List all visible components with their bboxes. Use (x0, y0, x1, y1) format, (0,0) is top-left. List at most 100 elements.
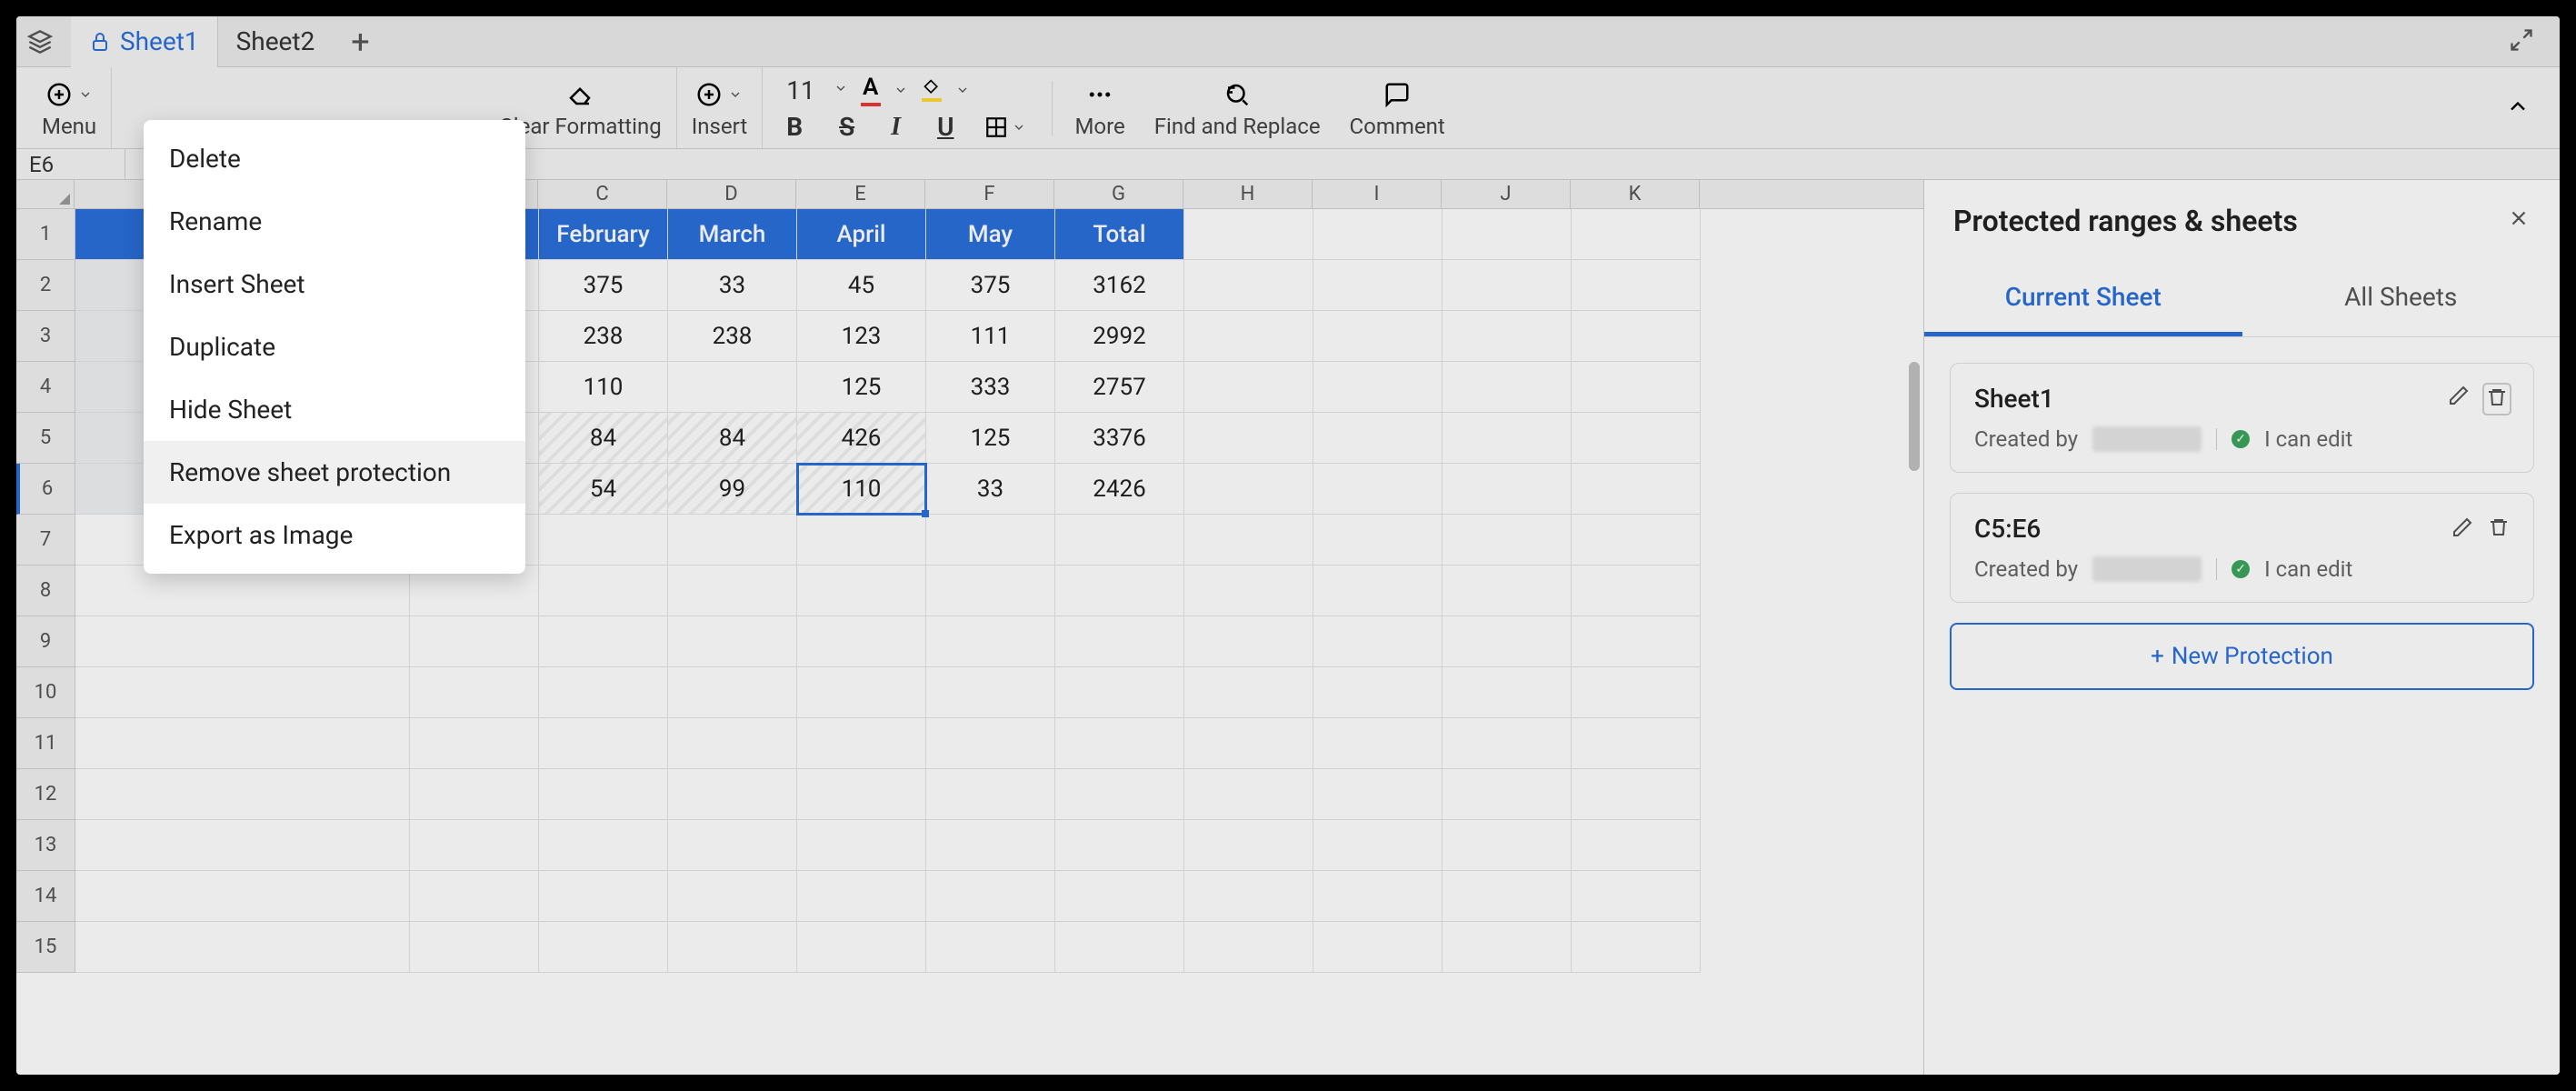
cell[interactable] (1443, 464, 1572, 515)
tab-sheet1[interactable]: Sheet1 (71, 16, 218, 67)
row-header[interactable]: 7 (16, 515, 75, 566)
cell[interactable] (926, 820, 1055, 871)
menu-remove-protection[interactable]: Remove sheet protection (144, 441, 525, 504)
cell[interactable] (75, 922, 410, 973)
cell[interactable] (1055, 718, 1184, 769)
cell[interactable] (1572, 311, 1701, 362)
cell[interactable] (797, 871, 926, 922)
cell[interactable] (1184, 820, 1313, 871)
row-header[interactable]: 10 (16, 667, 75, 718)
cell[interactable] (410, 922, 539, 973)
cell[interactable] (797, 922, 926, 973)
cell[interactable]: 84 (668, 413, 797, 464)
row-header[interactable]: 15 (16, 922, 75, 973)
row-header[interactable]: 4 (16, 362, 75, 413)
col-header[interactable]: D (667, 180, 796, 208)
cell[interactable] (797, 667, 926, 718)
cell[interactable] (75, 871, 410, 922)
cell[interactable] (539, 871, 668, 922)
cell[interactable] (1184, 515, 1313, 566)
font-size-input[interactable]: 11 (781, 75, 847, 105)
cell[interactable] (539, 769, 668, 820)
cell[interactable] (926, 769, 1055, 820)
cell[interactable] (1313, 667, 1443, 718)
cell[interactable] (797, 566, 926, 616)
cell[interactable] (410, 871, 539, 922)
insert-button[interactable]: Insert (677, 67, 763, 148)
cell[interactable] (668, 515, 797, 566)
cell[interactable] (668, 871, 797, 922)
cell[interactable] (410, 718, 539, 769)
delete-protection-button[interactable] (2488, 516, 2510, 542)
cell[interactable] (926, 566, 1055, 616)
cell[interactable] (410, 616, 539, 667)
close-panel-button[interactable] (2507, 206, 2531, 236)
cell[interactable] (926, 667, 1055, 718)
cell[interactable] (1572, 718, 1701, 769)
cell[interactable]: 54 (539, 464, 668, 515)
cell[interactable]: 238 (668, 311, 797, 362)
col-header[interactable]: F (925, 180, 1054, 208)
cell[interactable]: 375 (539, 260, 668, 311)
cell[interactable]: 123 (797, 311, 926, 362)
row-header[interactable]: 11 (16, 718, 75, 769)
select-all-corner[interactable] (16, 180, 75, 208)
name-box[interactable]: E6 (16, 149, 125, 179)
cell[interactable]: 2757 (1055, 362, 1184, 413)
cell[interactable] (539, 566, 668, 616)
cell[interactable] (1313, 362, 1443, 413)
cell[interactable]: 125 (797, 362, 926, 413)
cell[interactable] (1443, 566, 1572, 616)
row-header[interactable]: 3 (16, 311, 75, 362)
cell[interactable] (668, 769, 797, 820)
cell[interactable] (1443, 616, 1572, 667)
cell[interactable] (1572, 209, 1701, 260)
cell[interactable] (797, 718, 926, 769)
layers-icon[interactable] (27, 29, 53, 55)
cell[interactable]: 111 (926, 311, 1055, 362)
find-replace-button[interactable]: Find and Replace (1140, 67, 1335, 148)
tab-all-sheets[interactable]: All Sheets (2242, 262, 2561, 336)
cell[interactable] (539, 616, 668, 667)
col-header[interactable]: J (1442, 180, 1571, 208)
cell[interactable] (75, 769, 410, 820)
cell[interactable] (1313, 769, 1443, 820)
new-protection-button[interactable]: + New Protection (1950, 623, 2534, 690)
cell[interactable] (1313, 515, 1443, 566)
cell[interactable] (1313, 413, 1443, 464)
menu-export-image[interactable]: Export as Image (144, 504, 525, 566)
cell[interactable]: 2992 (1055, 311, 1184, 362)
cell[interactable]: March (668, 209, 797, 260)
cell[interactable]: 33 (668, 260, 797, 311)
row-header[interactable]: 9 (16, 616, 75, 667)
cell[interactable] (1184, 922, 1313, 973)
menu-rename[interactable]: Rename (144, 190, 525, 253)
cell[interactable] (668, 566, 797, 616)
cell[interactable] (926, 515, 1055, 566)
cell[interactable] (539, 718, 668, 769)
cell[interactable] (539, 820, 668, 871)
cell[interactable] (1184, 871, 1313, 922)
cell[interactable] (1572, 464, 1701, 515)
tab-current-sheet[interactable]: Current Sheet (1924, 262, 2242, 336)
cell[interactable] (1055, 871, 1184, 922)
cell[interactable] (1572, 413, 1701, 464)
cell[interactable] (668, 922, 797, 973)
cell[interactable]: May (926, 209, 1055, 260)
col-header[interactable]: C (538, 180, 667, 208)
cell[interactable] (1313, 566, 1443, 616)
cell[interactable] (1572, 515, 1701, 566)
borders-button[interactable] (984, 115, 1026, 139)
cell[interactable]: 125 (926, 413, 1055, 464)
cell[interactable] (668, 362, 797, 413)
cell[interactable] (668, 718, 797, 769)
row-header[interactable]: 5 (16, 413, 75, 464)
cell[interactable] (410, 769, 539, 820)
cell[interactable] (1055, 515, 1184, 566)
menu-button[interactable]: Menu (27, 67, 112, 148)
chevron-down-icon[interactable] (894, 83, 908, 97)
menu-delete[interactable]: Delete (144, 127, 525, 190)
cell[interactable] (1443, 820, 1572, 871)
col-header[interactable]: K (1571, 180, 1700, 208)
cell[interactable]: 110 (539, 362, 668, 413)
